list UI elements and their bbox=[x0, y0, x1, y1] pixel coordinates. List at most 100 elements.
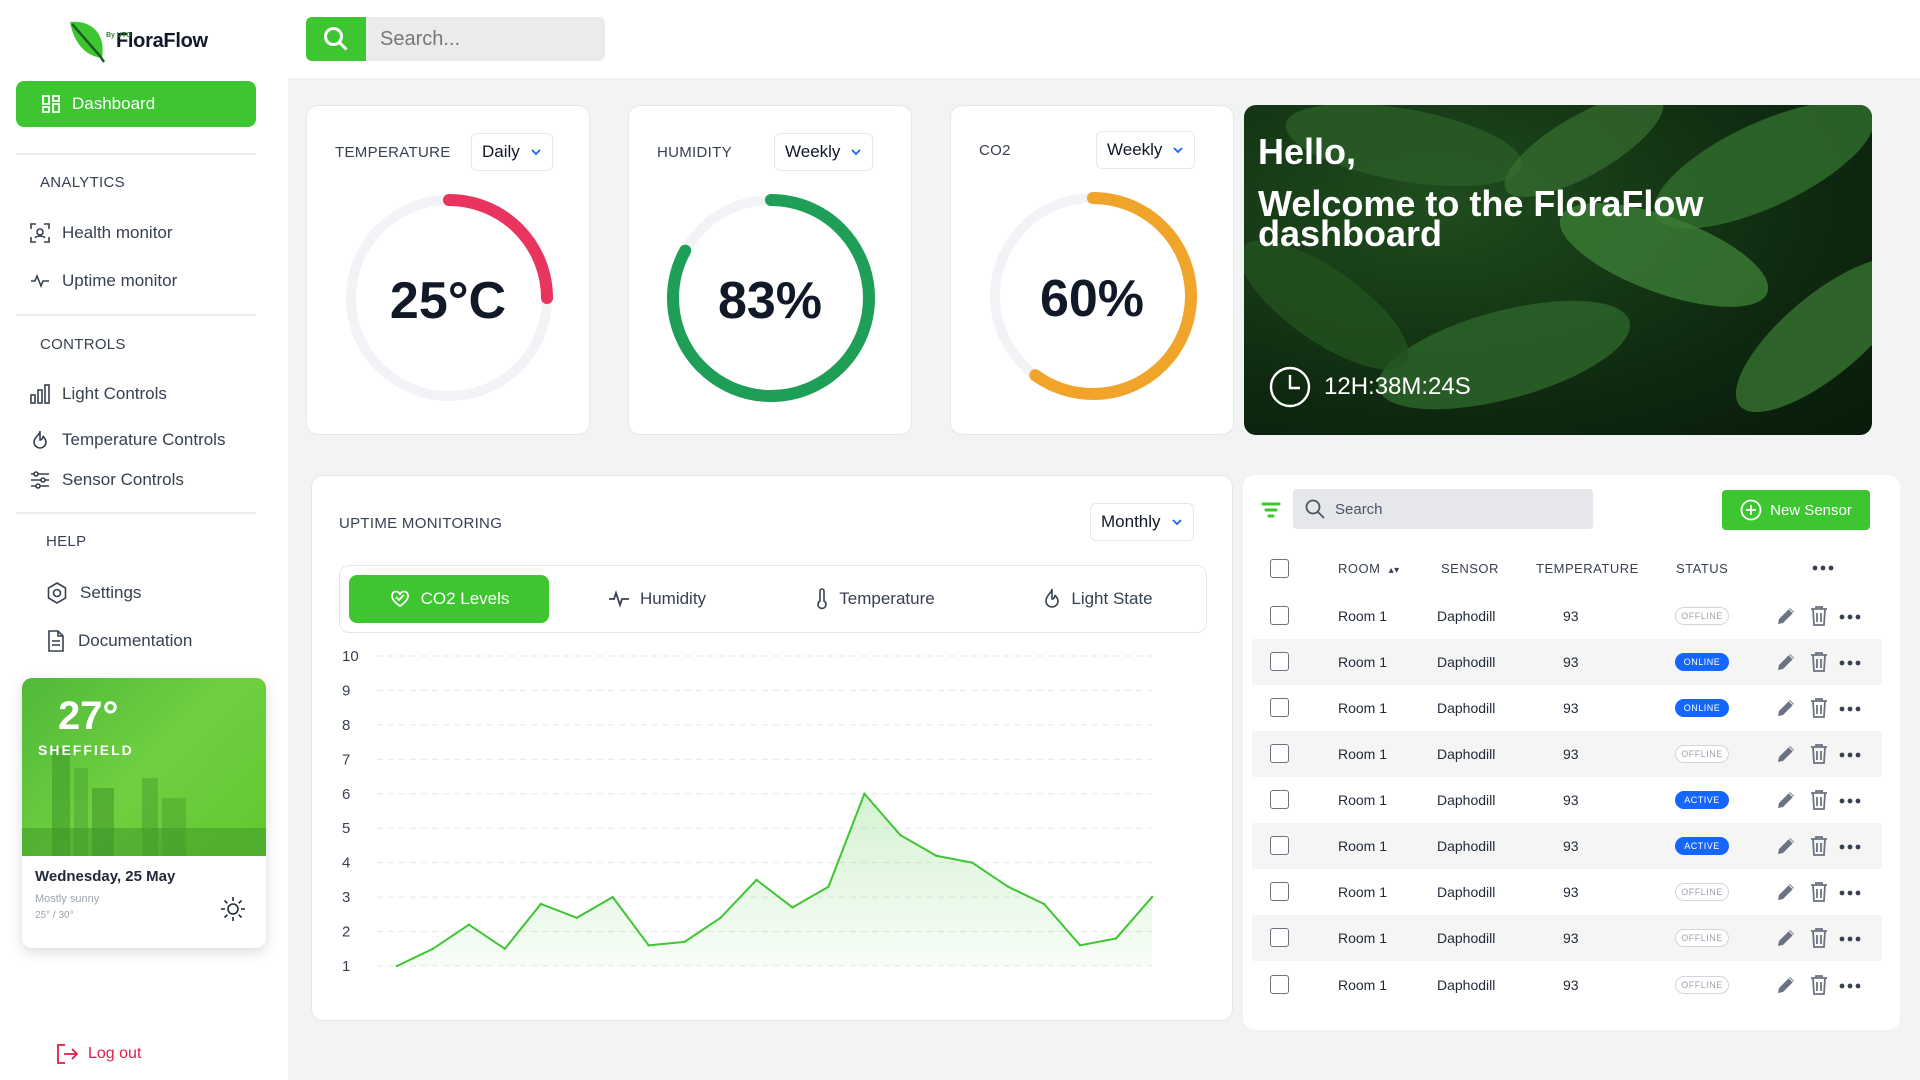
y-tick-label: 9 bbox=[342, 682, 350, 699]
row-checkbox[interactable] bbox=[1270, 882, 1289, 901]
table-row[interactable]: Room 1 Daphodill 93 ACTIVE bbox=[1252, 823, 1882, 869]
divider bbox=[16, 314, 256, 316]
delete-icon[interactable] bbox=[1810, 974, 1828, 996]
delete-icon[interactable] bbox=[1810, 605, 1828, 627]
card-title: CO2 bbox=[979, 142, 1011, 159]
table-search[interactable] bbox=[1293, 489, 1593, 529]
dropdown-value: Monthly bbox=[1101, 512, 1161, 531]
edit-icon[interactable] bbox=[1775, 974, 1797, 996]
sidebar-item-temperature-controls[interactable]: Temperature Controls bbox=[30, 430, 225, 450]
dropdown-value: Weekly bbox=[785, 142, 841, 161]
search-icon bbox=[1305, 499, 1325, 519]
tab-label: Light State bbox=[1071, 589, 1153, 608]
table-row[interactable]: Room 1 Daphodill 93 ONLINE bbox=[1252, 639, 1882, 685]
table-row[interactable]: Room 1 Daphodill 93 OFFLINE bbox=[1252, 915, 1882, 961]
row-checkbox[interactable] bbox=[1270, 790, 1289, 809]
tab-humidity[interactable]: Humidity bbox=[562, 575, 752, 623]
row-checkbox[interactable] bbox=[1270, 928, 1289, 947]
tab-co2-levels[interactable]: CO2 Levels bbox=[349, 575, 549, 623]
divider bbox=[16, 153, 256, 155]
filter-icon[interactable] bbox=[1261, 500, 1281, 520]
table-row[interactable]: Room 1 Daphodill 93 ACTIVE bbox=[1252, 777, 1882, 823]
row-checkbox[interactable] bbox=[1270, 606, 1289, 625]
app-logo[interactable]: FloraFlow bbox=[66, 18, 208, 64]
logout-button[interactable]: Log out bbox=[56, 1044, 141, 1064]
edit-icon[interactable] bbox=[1775, 927, 1797, 949]
more-options-icon[interactable] bbox=[1839, 890, 1861, 896]
edit-icon[interactable] bbox=[1775, 697, 1797, 719]
status-badge: OFFLINE bbox=[1675, 745, 1729, 763]
status-badge: ACTIVE bbox=[1675, 791, 1729, 809]
column-header-status: STATUS bbox=[1676, 561, 1729, 576]
data-point bbox=[791, 906, 794, 909]
new-sensor-button[interactable]: New Sensor bbox=[1722, 490, 1870, 530]
tab-light-state[interactable]: Light State bbox=[998, 575, 1198, 623]
sidebar-item-documentation[interactable]: Documentation bbox=[46, 630, 192, 652]
more-options-icon[interactable] bbox=[1839, 844, 1861, 850]
select-all-checkbox[interactable] bbox=[1270, 559, 1289, 578]
edit-icon[interactable] bbox=[1775, 651, 1797, 673]
table-search-input[interactable] bbox=[1335, 500, 1575, 518]
period-dropdown[interactable]: Monthly bbox=[1090, 503, 1194, 541]
table-row[interactable]: Room 1 Daphodill 93 OFFLINE bbox=[1252, 962, 1882, 1008]
row-checkbox[interactable] bbox=[1270, 975, 1289, 994]
status-badge: ONLINE bbox=[1675, 653, 1729, 671]
delete-icon[interactable] bbox=[1810, 789, 1828, 811]
sidebar-item-label: Temperature Controls bbox=[62, 430, 226, 449]
more-options-icon[interactable] bbox=[1812, 565, 1834, 571]
delete-icon[interactable] bbox=[1810, 697, 1828, 719]
more-options-icon[interactable] bbox=[1839, 706, 1861, 712]
y-tick-label: 10 bbox=[342, 648, 359, 665]
y-tick-label: 5 bbox=[342, 820, 350, 837]
more-options-icon[interactable] bbox=[1839, 752, 1861, 758]
more-options-icon[interactable] bbox=[1839, 614, 1861, 620]
section-title-help: HELP bbox=[46, 533, 87, 550]
delete-icon[interactable] bbox=[1810, 881, 1828, 903]
tab-temperature[interactable]: Temperature bbox=[765, 575, 985, 623]
more-options-icon[interactable] bbox=[1839, 798, 1861, 804]
delete-icon[interactable] bbox=[1810, 835, 1828, 857]
delete-icon[interactable] bbox=[1810, 743, 1828, 765]
y-tick-label: 7 bbox=[342, 751, 350, 768]
edit-icon[interactable] bbox=[1775, 743, 1797, 765]
sidebar-item-uptime-monitor[interactable]: Uptime monitor bbox=[30, 271, 177, 291]
row-checkbox[interactable] bbox=[1270, 744, 1289, 763]
table-row[interactable]: Room 1 Daphodill 93 OFFLINE bbox=[1252, 869, 1882, 915]
table-row[interactable]: Room 1 Daphodill 93 ONLINE bbox=[1252, 685, 1882, 731]
room-cell: Room 1 bbox=[1338, 700, 1388, 716]
sliders-icon bbox=[31, 471, 49, 489]
table-row[interactable]: Room 1 Daphodill 93 OFFLINE bbox=[1252, 593, 1882, 639]
status-badge: OFFLINE bbox=[1675, 976, 1729, 994]
row-checkbox[interactable] bbox=[1270, 652, 1289, 671]
period-dropdown[interactable]: Daily bbox=[471, 133, 553, 171]
delete-icon[interactable] bbox=[1810, 927, 1828, 949]
sidebar-item-dashboard[interactable]: Dashboard bbox=[16, 81, 256, 127]
data-point bbox=[431, 947, 435, 950]
data-point bbox=[827, 885, 830, 888]
sidebar-item-light-controls[interactable]: Light Controls bbox=[30, 384, 167, 404]
uptime-timer: 12H:38M:24S bbox=[1268, 365, 1471, 409]
more-options-icon[interactable] bbox=[1839, 983, 1861, 989]
sun-icon bbox=[221, 897, 245, 921]
column-header-room[interactable]: ROOM ▴▾ bbox=[1338, 561, 1400, 576]
row-checkbox[interactable] bbox=[1270, 698, 1289, 717]
edit-icon[interactable] bbox=[1775, 789, 1797, 811]
delete-icon[interactable] bbox=[1810, 651, 1828, 673]
more-options-icon[interactable] bbox=[1839, 936, 1861, 942]
sidebar-item-sensor-controls[interactable]: Sensor Controls bbox=[30, 470, 184, 490]
more-options-icon[interactable] bbox=[1839, 660, 1861, 666]
sidebar-item-settings[interactable]: Settings bbox=[46, 582, 141, 604]
period-dropdown[interactable]: Weekly bbox=[1096, 131, 1196, 169]
edit-icon[interactable] bbox=[1775, 881, 1797, 903]
sidebar-item-health-monitor[interactable]: Health monitor bbox=[30, 223, 173, 243]
leaf-logo-icon bbox=[70, 21, 106, 63]
status-badge: ONLINE bbox=[1675, 699, 1729, 717]
row-checkbox[interactable] bbox=[1270, 836, 1289, 855]
table-row[interactable]: Room 1 Daphodill 93 OFFLINE bbox=[1252, 731, 1882, 777]
edit-icon[interactable] bbox=[1775, 835, 1797, 857]
edit-icon[interactable] bbox=[1775, 605, 1797, 627]
search-button[interactable] bbox=[306, 17, 366, 61]
search-input[interactable] bbox=[366, 17, 605, 61]
y-tick-label: 1 bbox=[342, 958, 350, 975]
period-dropdown[interactable]: Weekly bbox=[774, 133, 874, 171]
